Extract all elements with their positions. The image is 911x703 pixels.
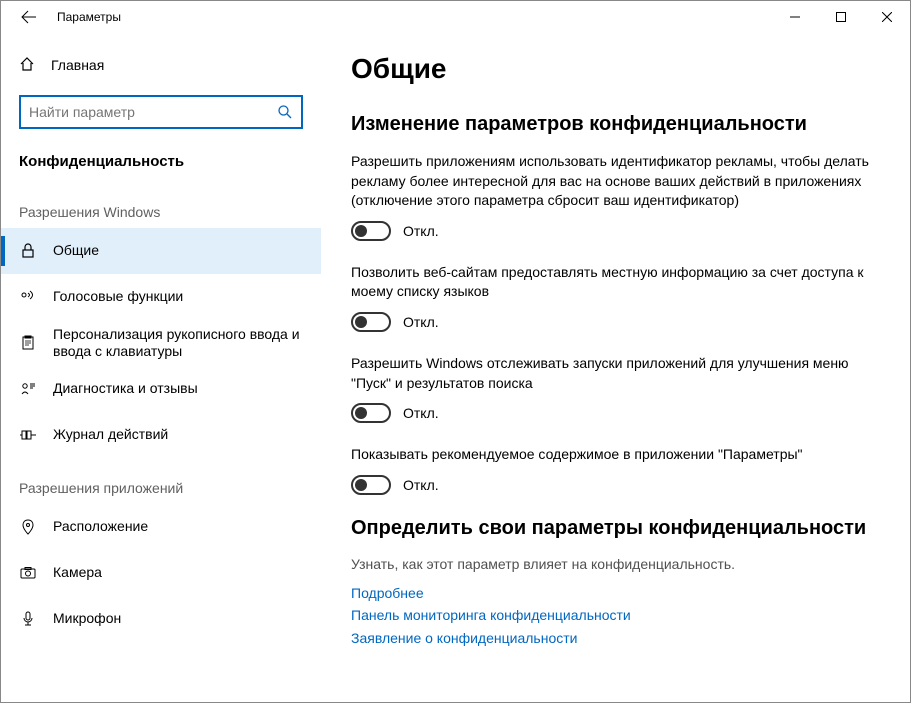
nav-item-general[interactable]: Общие bbox=[1, 228, 321, 274]
home-icon bbox=[19, 56, 35, 75]
minimize-icon bbox=[790, 12, 800, 22]
content-area: Общие Изменение параметров конфиденциаль… bbox=[321, 33, 910, 702]
window-title: Параметры bbox=[57, 10, 121, 24]
toggle-language-list[interactable] bbox=[351, 312, 391, 332]
setting-desc: Позволить веб-сайтам предоставлять местн… bbox=[351, 263, 881, 302]
lock-icon bbox=[19, 242, 37, 260]
sidebar: Главная Конфиденциальность Разрешения Wi… bbox=[1, 33, 321, 702]
toggle-app-launch-tracking[interactable] bbox=[351, 403, 391, 423]
setting-desc: Разрешить Windows отслеживать запуски пр… bbox=[351, 354, 881, 393]
camera-icon bbox=[19, 564, 37, 582]
settings-window: Параметры Главная bbox=[0, 0, 911, 703]
maximize-button[interactable] bbox=[818, 1, 864, 33]
back-button[interactable] bbox=[9, 1, 49, 33]
timeline-icon bbox=[19, 426, 37, 444]
nav-item-microphone[interactable]: Микрофон bbox=[1, 596, 321, 642]
close-icon bbox=[882, 12, 892, 22]
nav-item-diagnostics[interactable]: Диагностика и отзывы bbox=[1, 366, 321, 412]
page-title: Общие bbox=[351, 53, 890, 85]
link-learn-more[interactable]: Подробнее bbox=[351, 582, 890, 604]
feedback-icon bbox=[19, 380, 37, 398]
nav-item-location[interactable]: Расположение bbox=[1, 504, 321, 550]
close-button[interactable] bbox=[864, 1, 910, 33]
nav-item-camera[interactable]: Камера bbox=[1, 550, 321, 596]
nav-item-label: Микрофон bbox=[53, 610, 135, 628]
arrow-left-icon bbox=[21, 9, 37, 25]
link-privacy-dashboard[interactable]: Панель мониторинга конфиденциальности bbox=[351, 604, 890, 626]
nav-item-label: Общие bbox=[53, 242, 113, 260]
nav-item-label: Расположение bbox=[53, 518, 162, 536]
links-intro: Узнать, как этот параметр влияет на конф… bbox=[351, 556, 890, 572]
toggle-state-label: Откл. bbox=[403, 477, 439, 493]
titlebar: Параметры bbox=[1, 1, 910, 33]
nav-item-label: Журнал действий bbox=[53, 426, 182, 444]
toggle-advertising-id[interactable] bbox=[351, 221, 391, 241]
home-nav[interactable]: Главная bbox=[1, 45, 321, 85]
nav-item-label: Диагностика и отзывы bbox=[53, 380, 212, 398]
link-privacy-statement[interactable]: Заявление о конфиденциальности bbox=[351, 627, 890, 649]
home-label: Главная bbox=[51, 57, 104, 73]
maximize-icon bbox=[836, 12, 846, 22]
clipboard-icon bbox=[19, 334, 37, 352]
toggle-state-label: Откл. bbox=[403, 223, 439, 239]
nav-item-activity-history[interactable]: Журнал действий bbox=[1, 412, 321, 458]
location-icon bbox=[19, 518, 37, 536]
sidebar-group-app-perms: Разрешения приложений bbox=[1, 458, 321, 504]
section-know-privacy-title: Определить свои параметры конфиденциальн… bbox=[351, 517, 890, 540]
speech-icon bbox=[19, 288, 37, 306]
nav-item-label: Голосовые функции bbox=[53, 288, 197, 306]
nav-item-label: Персонализация рукописного ввода и ввода… bbox=[53, 326, 321, 361]
search-box[interactable] bbox=[19, 95, 303, 129]
setting-desc: Показывать рекомендуемое содержимое в пр… bbox=[351, 445, 881, 465]
minimize-button[interactable] bbox=[772, 1, 818, 33]
nav-item-label: Камера bbox=[53, 564, 116, 582]
toggle-suggested-content[interactable] bbox=[351, 475, 391, 495]
search-icon bbox=[277, 104, 293, 120]
section-privacy-change-title: Изменение параметров конфиденциальности bbox=[351, 113, 890, 136]
microphone-icon bbox=[19, 610, 37, 628]
toggle-state-label: Откл. bbox=[403, 405, 439, 421]
nav-item-inking[interactable]: Персонализация рукописного ввода и ввода… bbox=[1, 320, 321, 366]
sidebar-group-windows-perms: Разрешения Windows bbox=[1, 182, 321, 228]
sidebar-category: Конфиденциальность bbox=[1, 141, 321, 182]
toggle-state-label: Откл. bbox=[403, 314, 439, 330]
search-input[interactable] bbox=[29, 104, 277, 120]
nav-item-speech[interactable]: Голосовые функции bbox=[1, 274, 321, 320]
setting-desc: Разрешить приложениям использовать идент… bbox=[351, 152, 881, 211]
